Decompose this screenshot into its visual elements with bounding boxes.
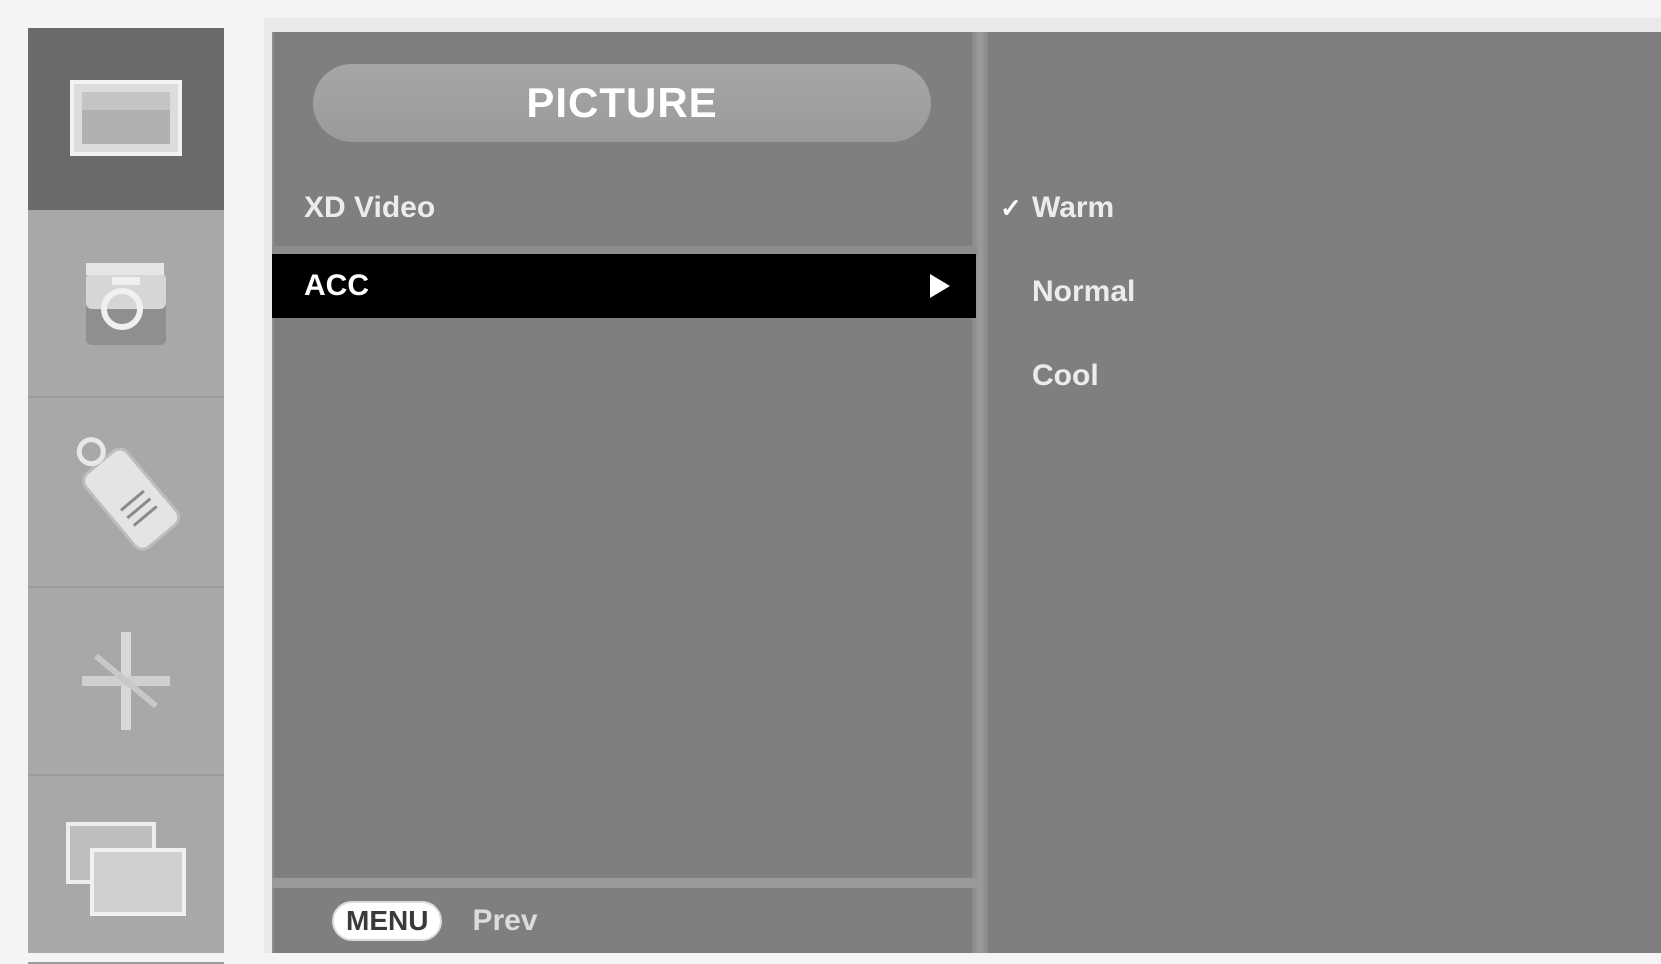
menu-footer: MENU Prev <box>272 888 978 953</box>
color-settings-icon <box>86 263 166 345</box>
checkmark-icon: ✓ <box>1000 192 1022 223</box>
row-separator <box>272 246 978 254</box>
option-label: Normal <box>1032 275 1136 308</box>
footer-separator <box>272 878 978 888</box>
category-sidebar <box>28 28 224 964</box>
option-cool[interactable]: Cool <box>1000 348 1099 404</box>
sidebar-item-picture[interactable] <box>28 28 224 210</box>
sidebar-item-color[interactable] <box>28 210 224 398</box>
sidebar-item-pip[interactable] <box>28 776 224 964</box>
menu-title: PICTURE <box>313 64 931 142</box>
tracking-cross-icon <box>82 632 170 730</box>
submenu-arrow-icon <box>930 274 950 298</box>
prev-label: Prev <box>472 903 538 937</box>
main-menu-panel <box>272 32 980 953</box>
option-warm[interactable]: ✓ Warm <box>1000 180 1114 236</box>
submenu-panel <box>988 32 1661 953</box>
tag-icon <box>76 437 181 551</box>
panel-divider <box>972 32 988 953</box>
menu-key-button[interactable]: MENU <box>332 900 443 941</box>
menu-title-text: PICTURE <box>526 79 718 126</box>
sidebar-item-tag[interactable] <box>28 400 224 588</box>
sidebar-item-tracking[interactable] <box>28 588 224 776</box>
menu-item-label: XD Video <box>304 191 436 224</box>
monitor-icon <box>70 80 182 156</box>
menu-item-acc[interactable]: ACC <box>272 254 976 318</box>
option-label: Cool <box>1032 359 1099 392</box>
pip-screens-icon <box>66 822 186 916</box>
menu-item-label: ACC <box>304 269 369 302</box>
option-normal[interactable]: Normal <box>1000 264 1135 320</box>
menu-item-xd-video[interactable]: XD Video <box>272 176 978 240</box>
option-label: Warm <box>1032 191 1115 224</box>
